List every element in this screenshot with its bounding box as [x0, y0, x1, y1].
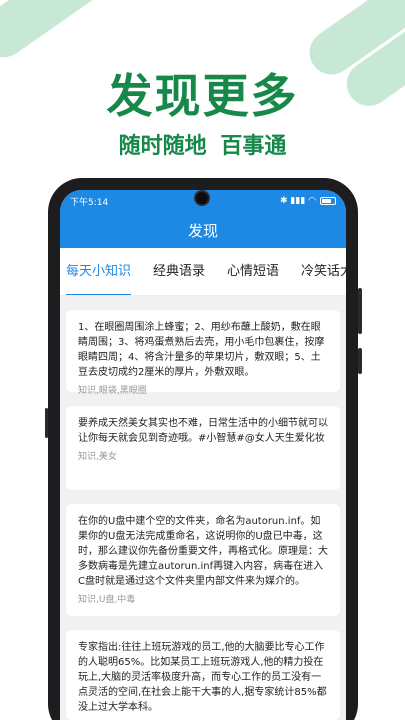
card-text: 专家指出:往往上班玩游戏的员工,他的大脑要比专心工作的人聪明65%。比如某员工上…	[78, 642, 327, 713]
signal-icons: ✱ ▮▮▮ ◠	[280, 196, 316, 206]
phone-frame: 下午5:14 ✱ ▮▮▮ ◠ 发现 每天小知识 经典语录 心情短语 冷笑话大 1…	[45, 178, 362, 720]
phone-screen: 下午5:14 ✱ ▮▮▮ ◠ 发现 每天小知识 经典语录 心情短语 冷笑话大 1…	[60, 190, 346, 720]
page-title: 发现	[187, 221, 218, 240]
side-key	[45, 408, 48, 438]
card-text: 在你的U盘中建个空的文件夹，命名为autorun.inf。如果你的U盘无法完成重…	[78, 516, 328, 587]
card-tags: 知识,美女	[78, 452, 117, 462]
tab-daily-knowledge[interactable]: 每天小知识	[66, 248, 132, 295]
list-item[interactable]: 专家指出:往往上班玩游戏的员工,他的大脑要比专心工作的人聪明65%。比如某员工上…	[66, 630, 340, 720]
content-feed: 1、在眼圈周围涂上蜂蜜；2、用纱布蘸上酸奶，敷在眼睛周围；3、将鸡蛋煮熟后去壳，…	[60, 296, 346, 720]
status-time: 下午5:14	[70, 197, 109, 208]
promo-headline: 发现更多	[106, 69, 299, 123]
tab-mood-phrases[interactable]: 心情短语	[227, 248, 279, 295]
list-item[interactable]: 要养成天然美女其实也不难，日常生活中的小细节就可以让你每天就会见到奇迹哦。#小智…	[66, 406, 340, 490]
promo-subline: 随时随地 百事通	[118, 134, 287, 159]
card-tags: 知识,U盘,中毒	[78, 595, 136, 605]
tab-cold-jokes[interactable]: 冷笑话大	[301, 248, 346, 295]
status-icons: ✱ ▮▮▮ ◠	[280, 196, 336, 206]
tab-classic-quotes[interactable]: 经典语录	[153, 248, 205, 295]
card-tags: 知识,眼袋,黑眼圈	[78, 386, 147, 396]
card-text: 1、在眼圈周围涂上蜂蜜；2、用纱布蘸上酸奶，敷在眼睛周围；3、将鸡蛋煮熟后去壳，…	[78, 322, 325, 378]
list-item[interactable]: 在你的U盘中建个空的文件夹，命名为autorun.inf。如果你的U盘无法完成重…	[66, 504, 340, 616]
card-text: 要养成天然美女其实也不难，日常生活中的小细节就可以让你每天就会见到奇迹哦。#小智…	[78, 418, 328, 444]
decorative-stripe	[0, 0, 121, 67]
category-tabs: 每天小知识 经典语录 心情短语 冷笑话大	[60, 248, 346, 296]
front-camera-icon	[194, 190, 210, 206]
battery-icon	[320, 197, 336, 205]
app-bar: 发现	[60, 212, 346, 248]
list-item[interactable]: 1、在眼圈周围涂上蜂蜜；2、用纱布蘸上酸奶，敷在眼睛周围；3、将鸡蛋煮熟后去壳，…	[66, 310, 340, 396]
volume-button	[358, 288, 362, 334]
power-button	[358, 348, 362, 374]
